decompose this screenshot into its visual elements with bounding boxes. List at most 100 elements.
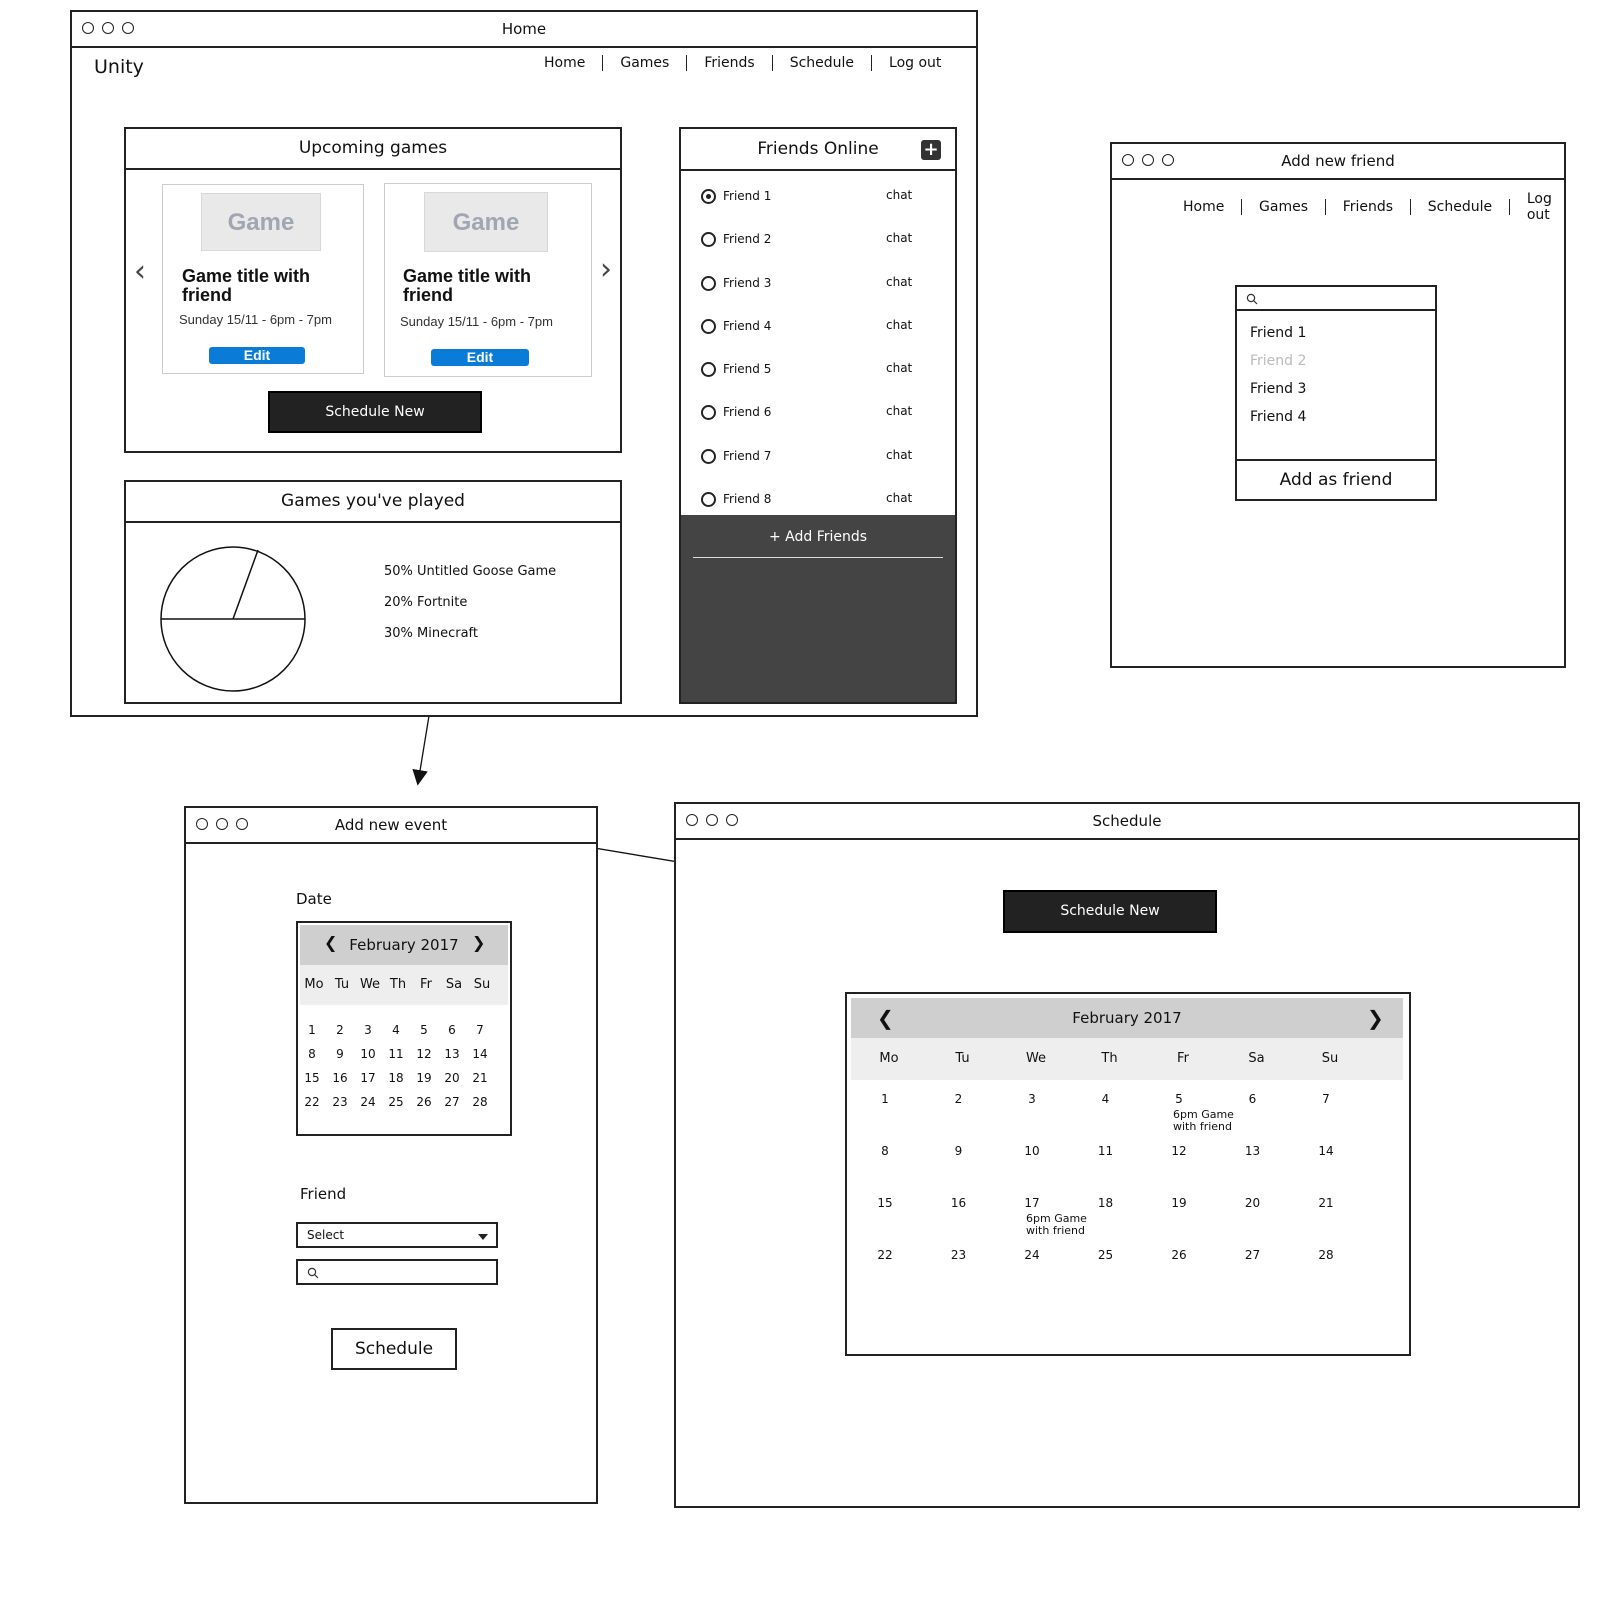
- calendar-prev-icon[interactable]: ❮: [877, 1006, 894, 1030]
- radio-icon[interactable]: [701, 319, 716, 334]
- calendar-day[interactable]: 3: [354, 1023, 382, 1037]
- calendar-day[interactable]: 16: [326, 1071, 354, 1085]
- schedule-new-button[interactable]: Schedule New: [268, 391, 482, 433]
- calendar-day[interactable]: 1: [848, 1092, 922, 1106]
- friend-search-input[interactable]: [1237, 287, 1435, 311]
- chat-link[interactable]: chat: [886, 404, 912, 418]
- calendar-day[interactable]: 20: [438, 1071, 466, 1085]
- friend-row[interactable]: Friend 1 chat: [701, 187, 921, 207]
- radio-icon[interactable]: [701, 449, 716, 464]
- calendar-event[interactable]: 6pm Game with friend: [1173, 1109, 1237, 1133]
- friend-row[interactable]: Friend 4 chat: [701, 317, 921, 337]
- friend-row[interactable]: Friend 7 chat: [701, 447, 921, 467]
- calendar-day[interactable]: 4: [382, 1023, 410, 1037]
- nav-schedule[interactable]: Schedule: [1428, 199, 1492, 215]
- search-result-item[interactable]: Friend 4: [1250, 409, 1306, 425]
- chat-link[interactable]: chat: [886, 275, 912, 289]
- calendar-day[interactable]: 5: [410, 1023, 438, 1037]
- calendar-day[interactable]: 25: [1069, 1248, 1143, 1262]
- calendar-day[interactable]: 17: [995, 1196, 1069, 1210]
- search-result-item[interactable]: Friend 1: [1250, 325, 1306, 341]
- calendar-day[interactable]: 8: [848, 1144, 922, 1158]
- calendar-day[interactable]: 8: [298, 1047, 326, 1061]
- calendar-day[interactable]: 12: [410, 1047, 438, 1061]
- calendar-day[interactable]: 28: [466, 1095, 494, 1109]
- radio-icon[interactable]: [701, 405, 716, 420]
- calendar-day[interactable]: 23: [922, 1248, 996, 1262]
- chat-link[interactable]: chat: [886, 448, 912, 462]
- calendar-day[interactable]: 23: [326, 1095, 354, 1109]
- calendar-day[interactable]: 24: [354, 1095, 382, 1109]
- friend-row[interactable]: Friend 6 chat: [701, 403, 921, 423]
- calendar-day[interactable]: 2: [922, 1092, 996, 1106]
- radio-icon[interactable]: [701, 492, 716, 507]
- add-friends-button[interactable]: + Add Friends: [693, 529, 943, 558]
- nav-schedule[interactable]: Schedule: [790, 55, 854, 71]
- calendar-day[interactable]: 20: [1216, 1196, 1290, 1210]
- calendar-day[interactable]: 1: [298, 1023, 326, 1037]
- calendar-day[interactable]: 7: [1289, 1092, 1363, 1106]
- calendar-day[interactable]: 21: [1289, 1196, 1363, 1210]
- calendar-day[interactable]: 19: [1142, 1196, 1216, 1210]
- calendar-day[interactable]: 18: [1069, 1196, 1143, 1210]
- calendar-day[interactable]: 4: [1069, 1092, 1143, 1106]
- nav-logout[interactable]: Log out: [889, 55, 941, 71]
- chevron-right-icon[interactable]: ›: [600, 255, 612, 285]
- calendar-day[interactable]: 17: [354, 1071, 382, 1085]
- calendar-day[interactable]: 11: [382, 1047, 410, 1061]
- radio-icon[interactable]: [701, 232, 716, 247]
- chat-link[interactable]: chat: [886, 318, 912, 332]
- chat-link[interactable]: chat: [886, 361, 912, 375]
- nav-friends[interactable]: Friends: [704, 55, 754, 71]
- calendar-event[interactable]: 6pm Game with friend: [1026, 1213, 1090, 1237]
- calendar-next-icon[interactable]: ❯: [472, 933, 485, 952]
- nav-home[interactable]: Home: [544, 55, 585, 71]
- edit-button[interactable]: Edit: [209, 347, 305, 364]
- nav-logout[interactable]: Log out: [1527, 191, 1564, 223]
- chevron-left-icon[interactable]: ‹: [134, 257, 146, 287]
- calendar-day[interactable]: 9: [326, 1047, 354, 1061]
- calendar-day[interactable]: 22: [298, 1095, 326, 1109]
- calendar-day[interactable]: 19: [410, 1071, 438, 1085]
- calendar-day[interactable]: 15: [298, 1071, 326, 1085]
- friend-row[interactable]: Friend 2 chat: [701, 230, 921, 250]
- calendar-day[interactable]: 27: [1216, 1248, 1290, 1262]
- calendar-day[interactable]: 10: [354, 1047, 382, 1061]
- calendar-day[interactable]: 2: [326, 1023, 354, 1037]
- friend-row[interactable]: Friend 3 chat: [701, 274, 921, 294]
- calendar-day[interactable]: 26: [410, 1095, 438, 1109]
- nav-games[interactable]: Games: [620, 55, 669, 71]
- calendar-day[interactable]: 12: [1142, 1144, 1216, 1158]
- calendar-day[interactable]: 13: [1216, 1144, 1290, 1158]
- calendar-day[interactable]: 10: [995, 1144, 1069, 1158]
- calendar-day[interactable]: 6: [438, 1023, 466, 1037]
- calendar-day[interactable]: 28: [1289, 1248, 1363, 1262]
- calendar-day[interactable]: 26: [1142, 1248, 1216, 1262]
- calendar-day[interactable]: 16: [922, 1196, 996, 1210]
- friend-search-input[interactable]: [296, 1259, 498, 1285]
- calendar-day[interactable]: 9: [922, 1144, 996, 1158]
- nav-games[interactable]: Games: [1259, 199, 1308, 215]
- calendar-day[interactable]: 25: [382, 1095, 410, 1109]
- calendar-day[interactable]: 27: [438, 1095, 466, 1109]
- plus-square-icon[interactable]: +: [921, 140, 941, 160]
- edit-button[interactable]: Edit: [431, 349, 529, 366]
- chat-link[interactable]: chat: [886, 231, 912, 245]
- calendar-day[interactable]: 11: [1069, 1144, 1143, 1158]
- friend-row[interactable]: Friend 8 chat: [701, 490, 921, 510]
- calendar-day[interactable]: 24: [995, 1248, 1069, 1262]
- schedule-new-button[interactable]: Schedule New: [1003, 890, 1217, 933]
- calendar-day[interactable]: 14: [466, 1047, 494, 1061]
- friend-row[interactable]: Friend 5 chat: [701, 360, 921, 380]
- calendar-day[interactable]: 14: [1289, 1144, 1363, 1158]
- schedule-button[interactable]: Schedule: [331, 1328, 457, 1370]
- chat-link[interactable]: chat: [886, 188, 912, 202]
- radio-selected-icon[interactable]: [701, 189, 716, 204]
- friend-select[interactable]: Select: [296, 1222, 498, 1248]
- radio-icon[interactable]: [701, 276, 716, 291]
- calendar-day[interactable]: 18: [382, 1071, 410, 1085]
- search-result-item[interactable]: Friend 3: [1250, 381, 1306, 397]
- chat-link[interactable]: chat: [886, 491, 912, 505]
- calendar-day[interactable]: 3: [995, 1092, 1069, 1106]
- nav-friends[interactable]: Friends: [1343, 199, 1393, 215]
